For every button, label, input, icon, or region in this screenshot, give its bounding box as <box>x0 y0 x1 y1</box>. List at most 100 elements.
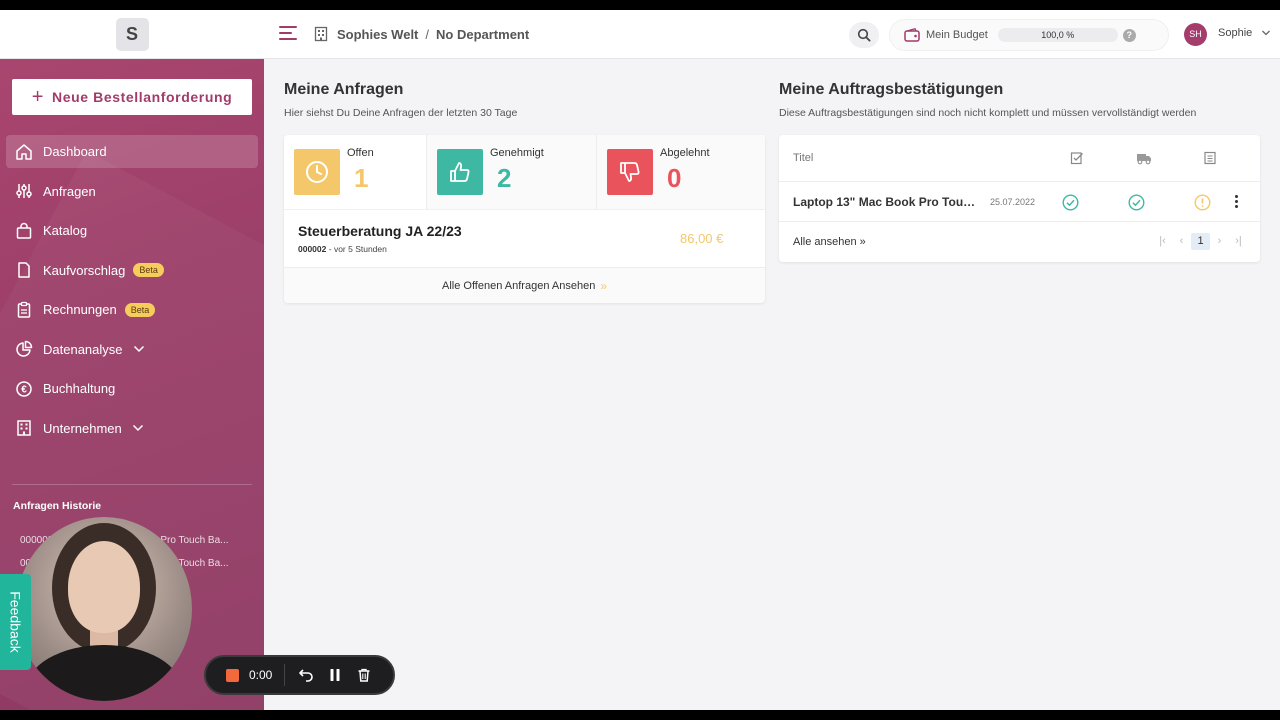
recorder-controls: 0:00 <box>204 655 395 695</box>
pause-icon[interactable] <box>327 667 343 683</box>
prev-page-button[interactable]: ‹ <box>1172 233 1191 250</box>
table-footer: Alle ansehen » |‹ ‹ 1 › ›| <box>779 223 1260 261</box>
stat-abgelehnt-tile <box>607 149 653 195</box>
feedback-label: Feedback <box>7 591 24 653</box>
request-time: - vor 5 Stunden <box>328 244 387 254</box>
request-meta: 000002 - vor 5 Stunden <box>298 244 387 254</box>
logo[interactable]: S <box>115 18 149 51</box>
sidebar-item-buchhaltung[interactable]: € Buchhaltung <box>6 372 258 405</box>
new-order-button[interactable]: + Neue Bestellanforderung <box>12 79 252 115</box>
history-title: Anfragen Historie <box>13 500 102 512</box>
chevron-down-icon <box>133 345 144 353</box>
stat-value: 1 <box>354 163 369 193</box>
bestaetigungen-title: Meine Auftragsbestätigungen <box>779 81 1004 98</box>
sidebar-item-label: Rechnungen <box>43 302 117 317</box>
logo-area: S <box>0 10 264 59</box>
sidebar-item-label: Datenanalyse <box>43 341 123 357</box>
webcam-face <box>68 541 140 633</box>
document-icon <box>18 262 30 278</box>
double-chevron-right-icon: » <box>600 278 607 293</box>
chevron-down-icon[interactable] <box>1261 28 1271 38</box>
budget-widget[interactable]: Mein Budget 100,0 % ? <box>889 19 1169 51</box>
help-icon[interactable]: ? <box>1122 28 1136 42</box>
sidebar-item-label: Kaufvorschlag <box>43 262 126 278</box>
breadcrumb-company[interactable]: Sophies Welt <box>337 27 418 42</box>
anfragen-title: Meine Anfragen <box>284 81 404 98</box>
sliders-icon <box>16 184 32 198</box>
bestaetigungen-subtitle: Diese Auftragsbestätigungen sind noch ni… <box>779 107 1197 119</box>
shopping-bag-icon <box>16 222 32 239</box>
breadcrumb: Sophies Welt / No Department <box>313 26 529 42</box>
sidebar-item-kaufvorschlag[interactable]: Kaufvorschlag Beta <box>6 254 258 287</box>
svg-text:€: € <box>21 384 27 395</box>
webcam-shirt <box>26 645 182 701</box>
check-circle-icon[interactable] <box>1128 194 1145 211</box>
sidebar-item-unternehmen[interactable]: Unternehmen <box>6 412 258 445</box>
check-circle-icon[interactable] <box>1062 194 1079 211</box>
table-row[interactable]: Laptop 13" Mac Book Pro Touch Bar 25.07.… <box>779 183 1260 222</box>
anfragen-card: Offen 1 Genehmigt 2 Abgelehnt 0 Steuerbe… <box>284 135 765 303</box>
webcam-bubble[interactable] <box>16 517 192 701</box>
search-icon <box>857 28 871 42</box>
stats-row: Offen 1 Genehmigt 2 Abgelehnt 0 <box>284 135 765 209</box>
breadcrumb-department[interactable]: No Department <box>436 27 529 42</box>
stat-offen[interactable]: Offen 1 <box>284 135 427 209</box>
anfragen-subtitle: Hier siehst Du Deine Anfragen der letzte… <box>284 107 518 119</box>
wallet-icon <box>904 28 920 42</box>
feedback-tab[interactable]: Feedback <box>0 574 31 670</box>
avatar[interactable]: SH <box>1184 23 1207 46</box>
stop-record-button[interactable] <box>226 668 239 682</box>
trash-icon[interactable] <box>356 667 372 683</box>
all-open-requests-link[interactable]: Alle Offenen Anfragen Ansehen » <box>284 267 765 303</box>
sidebar-item-label: Dashboard <box>43 144 107 159</box>
building-icon <box>314 26 328 42</box>
request-row[interactable]: Steuerberatung JA 22/23 000002 - vor 5 S… <box>284 209 765 267</box>
page-number[interactable]: 1 <box>1191 233 1210 250</box>
stat-label: Genehmigt <box>490 147 544 159</box>
see-all-link[interactable]: Alle ansehen » <box>793 236 866 248</box>
user-name[interactable]: Sophie <box>1218 27 1252 39</box>
stat-offen-tile <box>294 149 340 195</box>
pie-chart-icon <box>16 340 33 357</box>
undo-icon[interactable] <box>298 667 314 683</box>
stat-value: 2 <box>497 163 512 193</box>
sidebar-divider <box>12 484 252 485</box>
stat-value: 0 <box>667 163 682 193</box>
sidebar-item-dashboard[interactable]: Dashboard <box>6 135 258 168</box>
sidebar-item-datenanalyse[interactable]: Datenanalyse <box>6 333 258 366</box>
budget-label: Mein Budget <box>926 29 988 41</box>
sidebar-item-label: Katalog <box>43 223 88 238</box>
menu-toggle-icon[interactable] <box>279 26 297 40</box>
stat-label: Offen <box>347 147 374 159</box>
next-page-button[interactable]: › <box>1210 233 1229 250</box>
stat-abgelehnt[interactable]: Abgelehnt 0 <box>597 135 765 209</box>
thumbs-up-icon <box>450 162 470 182</box>
clock-icon <box>306 161 328 183</box>
recording-time: 0:00 <box>249 668 273 682</box>
breadcrumb-separator: / <box>425 26 430 42</box>
budget-value: 100,0 % <box>1041 30 1075 40</box>
sidebar-nav: Dashboard Anfragen Katalog Kaufvorschlag… <box>6 135 258 451</box>
top-bar: S Sophies Welt / No Department Mein Budg… <box>0 10 1280 59</box>
home-icon <box>16 143 32 160</box>
truck-icon <box>1137 154 1151 165</box>
more-options-icon[interactable] <box>1233 195 1239 209</box>
first-page-button[interactable]: |‹ <box>1153 233 1172 250</box>
row-date: 25.07.2022 <box>990 197 1036 207</box>
sidebar-item-anfragen[interactable]: Anfragen <box>6 175 258 208</box>
chevron-down-icon <box>132 424 143 432</box>
last-page-button[interactable]: ›| <box>1229 233 1248 250</box>
sidebar-item-rechnungen[interactable]: Rechnungen Beta <box>6 293 258 326</box>
sidebar-item-katalog[interactable]: Katalog <box>6 214 258 247</box>
request-title: Steuerberatung JA 22/23 <box>298 223 462 239</box>
bestaetigungen-card: Titel Laptop 13" Mac Book Pro Touch Bar … <box>779 135 1260 262</box>
stat-genehmigt[interactable]: Genehmigt 2 <box>427 135 597 209</box>
search-button[interactable] <box>849 22 879 48</box>
budget-progress: 100,0 % <box>997 28 1118 42</box>
sidebar-item-label: Anfragen <box>43 183 96 199</box>
warning-circle-icon[interactable] <box>1194 194 1211 211</box>
column-title: Titel <box>793 152 814 164</box>
stat-label: Abgelehnt <box>660 147 710 159</box>
invoice-icon <box>1204 151 1216 165</box>
stat-genehmigt-tile <box>437 149 483 195</box>
